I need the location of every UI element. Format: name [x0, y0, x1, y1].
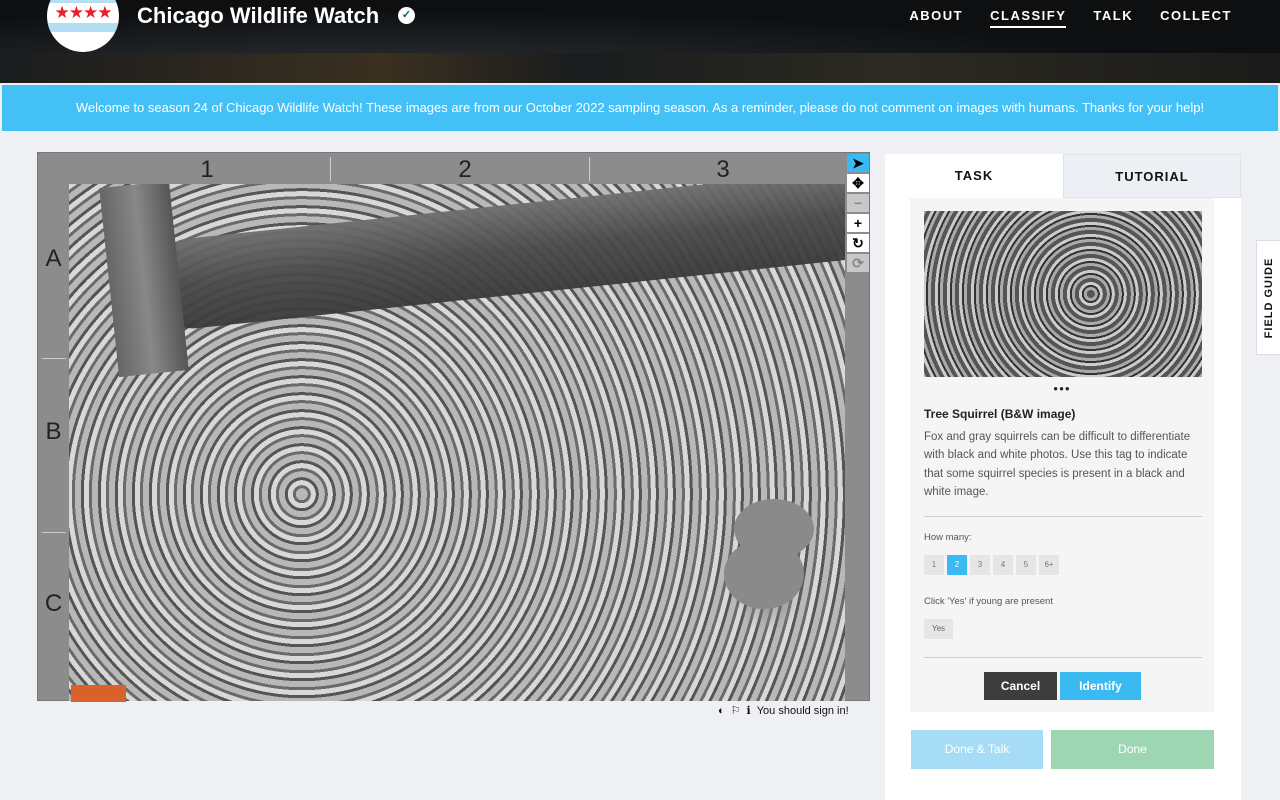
sign-in-notice[interactable]: You should sign in! — [757, 705, 849, 717]
how-many-label: How many: — [924, 532, 972, 543]
nav-collect[interactable]: COLLECT — [1160, 8, 1232, 28]
site-header: ★★★★ Chicago Wildlife Watch ✓ ABOUT CLAS… — [0, 0, 1280, 83]
grid-divider — [42, 358, 66, 359]
rotate-icon[interactable]: ↻ — [847, 234, 869, 252]
young-yes-button[interactable]: Yes — [924, 619, 953, 639]
grid-divider — [330, 157, 331, 181]
count-option[interactable]: 3 — [970, 555, 990, 575]
grid-column-label: 2 — [458, 156, 472, 183]
grid-divider — [589, 157, 590, 181]
viewer-footer: ◐ ⚐ ℹ You should sign in! — [718, 704, 849, 718]
grid-row-label: B — [45, 418, 62, 445]
cancel-button[interactable]: Cancel — [984, 672, 1057, 700]
image-carousel-dots[interactable]: ●●● — [910, 384, 1214, 393]
zoom-in-icon[interactable]: + — [847, 214, 869, 232]
reset-icon[interactable]: ⟳ — [847, 254, 869, 272]
grid-row-label: A — [45, 245, 62, 272]
grid-column-label: 3 — [716, 156, 730, 183]
squirrel — [724, 539, 804, 609]
pointer-tool-icon[interactable]: ➤ — [847, 154, 869, 172]
tab-task[interactable]: TASK — [885, 154, 1063, 198]
grid-divider — [42, 532, 66, 533]
divider — [924, 516, 1202, 517]
subject-image[interactable] — [69, 184, 845, 701]
species-card: ●●● Tree Squirrel (B&W image) Fox and gr… — [910, 198, 1214, 712]
verified-check-icon: ✓ — [398, 7, 415, 24]
divider — [924, 657, 1202, 658]
announcement-banner: Welcome to season 24 of Chicago Wildlife… — [2, 85, 1278, 131]
image-badge — [71, 685, 126, 702]
info-icon[interactable]: ℹ — [747, 704, 751, 717]
species-description: Fox and gray squirrels can be difficult … — [924, 431, 1191, 498]
young-present-label: Click 'Yes' if young are present — [924, 596, 1053, 607]
identify-button[interactable]: Identify — [1060, 672, 1141, 700]
grid-row-label: C — [44, 590, 63, 617]
done-button[interactable]: Done — [1051, 730, 1214, 769]
nav-about[interactable]: ABOUT — [909, 8, 963, 28]
task-panel: TASK TUTORIAL ●●● Tree Squirrel (B&W ima… — [885, 154, 1241, 800]
main-nav: ABOUT CLASSIFY TALK COLLECT — [909, 8, 1232, 28]
project-logo[interactable]: ★★★★ — [47, 0, 119, 52]
viewer-toolbar: ➤ ✥ − + ↻ ⟳ — [846, 153, 870, 274]
species-example-image — [924, 211, 1202, 377]
count-option[interactable]: 1 — [924, 555, 944, 575]
nav-classify[interactable]: CLASSIFY — [990, 8, 1067, 28]
move-tool-icon[interactable]: ✥ — [847, 174, 869, 192]
grid-column-label: 1 — [200, 156, 214, 183]
nav-talk[interactable]: TALK — [1093, 8, 1133, 28]
field-guide-label: FIELD GUIDE — [1262, 257, 1275, 338]
flag-icon[interactable]: ⚐ — [731, 704, 741, 717]
zoom-out-icon[interactable]: − — [847, 194, 869, 212]
count-selector: 1 2 3 4 5 6+ — [924, 555, 1059, 575]
fallen-log — [156, 184, 845, 332]
invert-icon[interactable]: ◐ — [718, 705, 725, 717]
species-title: Tree Squirrel (B&W image) — [924, 407, 1076, 421]
count-option[interactable]: 4 — [993, 555, 1013, 575]
done-and-talk-button[interactable]: Done & Talk — [911, 730, 1043, 769]
tab-tutorial[interactable]: TUTORIAL — [1063, 154, 1241, 198]
count-option[interactable]: 5 — [1016, 555, 1036, 575]
tree-trunk — [99, 184, 189, 378]
count-option[interactable]: 2 — [947, 555, 967, 575]
count-option[interactable]: 6+ — [1039, 555, 1059, 575]
field-guide-tab[interactable]: FIELD GUIDE — [1256, 240, 1280, 355]
subject-viewer: 1 2 3 A B C ➤ ✥ − + ↻ ⟳ — [37, 152, 870, 702]
project-title[interactable]: Chicago Wildlife Watch — [137, 3, 379, 29]
